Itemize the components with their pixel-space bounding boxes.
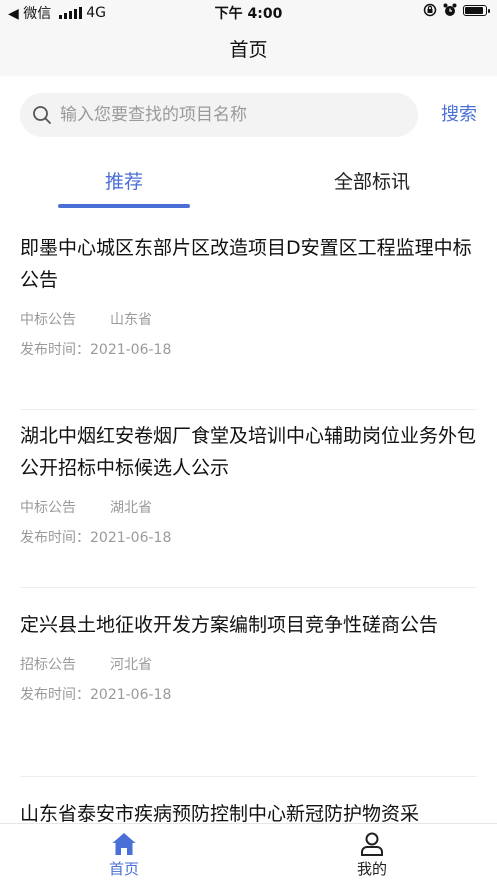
item-title: 湖北中烟红安卷烟厂食堂及培训中心辅助岗位业务外包公开招标中标候选人公示 (20, 425, 477, 479)
item-category: 中标公告 (20, 312, 76, 328)
item-date-label: 发布时间： (20, 342, 90, 358)
item-date: 发布时间：2021-06-18 (20, 340, 477, 360)
list-item[interactable]: 湖北中烟红安卷烟厂食堂及培训中心辅助岗位业务外包公开招标中标候选人公示 中标公告… (20, 420, 477, 588)
battery-icon (463, 4, 490, 16)
item-date: 发布时间：2021-06-18 (20, 528, 477, 548)
item-meta: 中标公告 山东省 (20, 310, 477, 330)
alarm-icon (443, 3, 457, 16)
item-title: 定兴县土地征收开发方案编制项目竞争性磋商公告 (20, 614, 439, 636)
item-date-label: 发布时间： (20, 687, 90, 703)
item-date-value: 2021-06-18 (90, 687, 172, 703)
item-category: 中标公告 (20, 500, 76, 516)
list-item[interactable]: 山东省泰安市疾病预防控制中心新冠防护物资采 (20, 798, 477, 823)
item-region: 山东省 (110, 312, 152, 328)
item-region: 河北省 (110, 657, 152, 673)
status-right (423, 3, 490, 17)
tab-all-bids[interactable]: 全部标讯 (310, 160, 434, 206)
bottom-tab-home[interactable]: 首页 (84, 832, 164, 879)
home-icon (112, 833, 136, 855)
list-item[interactable]: 定兴县土地征收开发方案编制项目竞争性磋商公告 招标公告 河北省 发布时间：2021… (20, 609, 477, 777)
bottom-tab-label: 我的 (356, 860, 387, 878)
item-category: 招标公告 (20, 657, 76, 673)
item-title: 山东省泰安市疾病预防控制中心新冠防护物资采 (20, 803, 420, 823)
list-item[interactable]: 即墨中心城区东部片区改造项目D安置区工程监理中标公告 中标公告 山东省 发布时间：… (20, 232, 477, 410)
item-meta: 招标公告 河北省 (20, 655, 477, 675)
page-title: 首页 (229, 39, 268, 61)
orientation-lock-icon (423, 3, 437, 17)
user-icon (361, 832, 383, 856)
bottom-tab-bar: 首页 我的 (0, 823, 497, 883)
search-row: 搜索 (20, 93, 477, 137)
item-title: 即墨中心城区东部片区改造项目D安置区工程监理中标公告 (20, 237, 472, 291)
nav-bar: 首页 (0, 24, 497, 76)
item-date-value: 2021-06-18 (90, 342, 172, 358)
item-date: 发布时间：2021-06-18 (20, 685, 477, 705)
bottom-tab-mine[interactable]: 我的 (332, 832, 412, 879)
bid-list: 即墨中心城区东部片区改造项目D安置区工程监理中标公告 中标公告 山东省 发布时间：… (0, 220, 497, 823)
search-button[interactable]: 搜索 (441, 93, 477, 137)
item-date-value: 2021-06-18 (90, 530, 172, 546)
item-region: 湖北省 (110, 500, 152, 516)
search-icon (33, 106, 51, 124)
status-bar: ◀ 微信 4G 下午 4:00 (0, 0, 497, 24)
tab-bar: 推荐 全部标讯 (0, 160, 497, 210)
item-meta: 中标公告 湖北省 (20, 498, 477, 518)
search-input[interactable] (60, 105, 380, 125)
bottom-tab-label: 首页 (108, 860, 139, 878)
tab-recommended[interactable]: 推荐 (58, 160, 190, 208)
search-box[interactable] (20, 93, 418, 137)
item-date-label: 发布时间： (20, 530, 90, 546)
